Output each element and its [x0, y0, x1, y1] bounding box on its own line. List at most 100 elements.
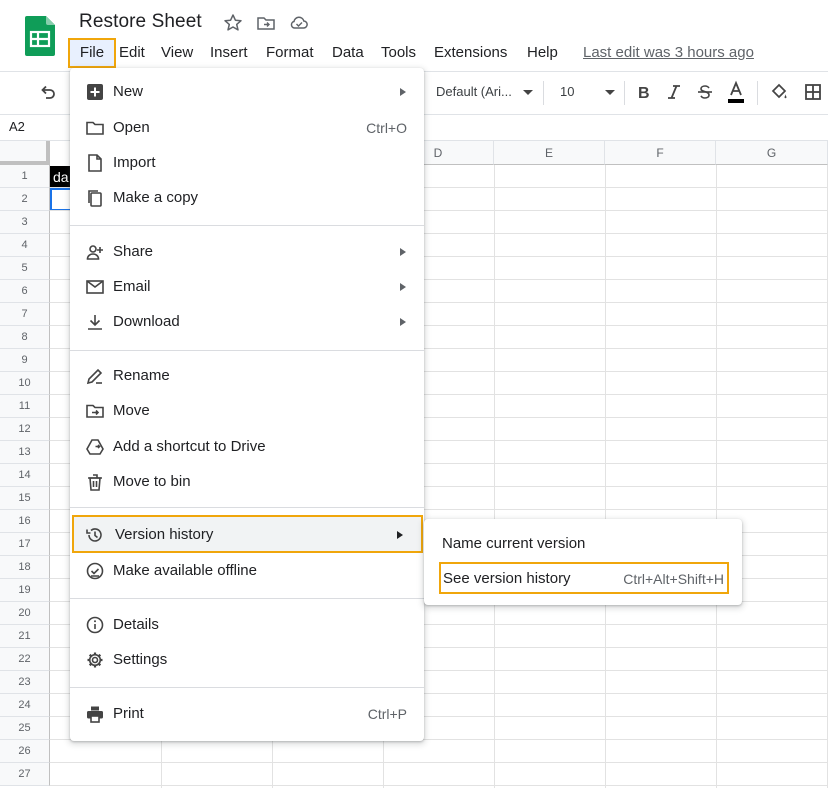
name-box[interactable]: A2 [9, 119, 25, 134]
menu-item-label: Open [113, 119, 150, 136]
menu-separator [70, 225, 424, 226]
menu-item-label: Add a shortcut to Drive [113, 438, 266, 455]
see-version-history-item[interactable]: See version history Ctrl+Alt+Shift+H [439, 562, 729, 594]
row-header-23[interactable]: 23 [0, 671, 50, 694]
row-header-20[interactable]: 20 [0, 602, 50, 625]
row-header-1[interactable]: 1 [0, 165, 50, 188]
toolbar-divider [757, 81, 758, 105]
last-edit-link[interactable]: Last edit was 3 hours ago [583, 38, 754, 68]
row-header-4[interactable]: 4 [0, 234, 50, 257]
folder-move-icon [86, 404, 104, 418]
menu-item-label: Print [113, 705, 144, 722]
select-all-corner[interactable] [0, 141, 50, 165]
info-icon [86, 616, 104, 634]
italic-icon[interactable] [664, 82, 684, 102]
strikethrough-icon[interactable] [695, 82, 715, 102]
file-menu-item-open[interactable]: Open Ctrl+O [70, 111, 424, 145]
file-menu-item-rename[interactable]: Rename [70, 359, 424, 393]
row-header-9[interactable]: 9 [0, 349, 50, 372]
row-gridline [50, 762, 828, 763]
menu-insert[interactable]: Insert [210, 38, 248, 68]
row-header-14[interactable]: 14 [0, 464, 50, 487]
mail-icon [86, 280, 104, 294]
document-title[interactable]: Restore Sheet [79, 11, 202, 33]
menu-edit[interactable]: Edit [119, 38, 145, 68]
star-icon[interactable] [223, 13, 243, 33]
plus-icon [87, 84, 103, 100]
row-header-5[interactable]: 5 [0, 257, 50, 280]
row-header-24[interactable]: 24 [0, 694, 50, 717]
row-header-17[interactable]: 17 [0, 533, 50, 556]
row-header-10[interactable]: 10 [0, 372, 50, 395]
row-header-12[interactable]: 12 [0, 418, 50, 441]
row-header-13[interactable]: 13 [0, 441, 50, 464]
file-menu-item-move[interactable]: Move [70, 394, 424, 428]
font-family-caret-icon[interactable] [523, 90, 533, 95]
menu-extensions[interactable]: Extensions [434, 38, 507, 68]
submenu-arrow-icon [400, 318, 406, 326]
row-header-8[interactable]: 8 [0, 326, 50, 349]
row-header-16[interactable]: 16 [0, 510, 50, 533]
file-menu-item-settings[interactable]: Settings [70, 643, 424, 677]
file-menu-item-add-a-shortcut-to-drive[interactable]: Add a shortcut to Drive [70, 430, 424, 464]
menu-item-label: Download [113, 313, 180, 330]
column-header-f[interactable]: F [605, 141, 716, 165]
text-color-icon[interactable] [726, 80, 746, 104]
offline-icon [86, 562, 104, 580]
cloud-saved-icon[interactable] [289, 13, 309, 33]
menu-format[interactable]: Format [266, 38, 314, 68]
file-menu-item-make-a-copy[interactable]: Make a copy [70, 181, 424, 215]
file-menu: New Open Ctrl+O Import Make a copy Share Email… [70, 68, 424, 741]
row-header-7[interactable]: 7 [0, 303, 50, 326]
row-header-2[interactable]: 2 [0, 188, 50, 211]
file-menu-item-share[interactable]: Share [70, 235, 424, 269]
file-menu-item-print[interactable]: Print Ctrl+P [70, 697, 424, 731]
row-header-22[interactable]: 22 [0, 648, 50, 671]
row-header-18[interactable]: 18 [0, 556, 50, 579]
name-current-version-item[interactable]: Name current version [424, 527, 742, 561]
file-menu-item-details[interactable]: Details [70, 608, 424, 642]
menu-view[interactable]: View [161, 38, 193, 68]
borders-icon[interactable] [803, 82, 823, 102]
bold-icon[interactable]: B [634, 82, 654, 102]
menu-tools[interactable]: Tools [381, 38, 416, 68]
folder-icon [86, 121, 104, 135]
font-size-select[interactable]: 10 [560, 84, 574, 99]
menu-item-label: Version history [115, 526, 214, 543]
row-header-26[interactable]: 26 [0, 740, 50, 763]
row-header-21[interactable]: 21 [0, 625, 50, 648]
menu-separator [70, 687, 424, 688]
fill-color-icon[interactable] [769, 82, 789, 102]
row-header-15[interactable]: 15 [0, 487, 50, 510]
row-header-6[interactable]: 6 [0, 280, 50, 303]
undo-icon[interactable] [38, 82, 58, 102]
font-family-select[interactable]: Default (Ari... [436, 84, 512, 99]
font-size-caret-icon[interactable] [605, 90, 615, 95]
menu-item-label: Email [113, 278, 151, 295]
sheets-logo[interactable] [25, 16, 55, 56]
menu-data[interactable]: Data [332, 38, 364, 68]
toolbar-divider [624, 81, 625, 105]
file-menu-item-new[interactable]: New [70, 75, 424, 109]
file-menu-item-download[interactable]: Download [70, 305, 424, 339]
column-header-e[interactable]: E [494, 141, 605, 165]
file-menu-item-make-available-offline[interactable]: Make available offline [70, 554, 424, 588]
row-header-3[interactable]: 3 [0, 211, 50, 234]
file-icon [88, 154, 102, 172]
menu-help[interactable]: Help [527, 38, 558, 68]
menu-item-label: Move to bin [113, 473, 191, 490]
column-header-g[interactable]: G [716, 141, 828, 165]
submenu-arrow-icon [400, 248, 406, 256]
menu-file[interactable]: File [68, 38, 116, 68]
row-header-25[interactable]: 25 [0, 717, 50, 740]
gear-icon [87, 652, 103, 668]
file-menu-item-email[interactable]: Email [70, 270, 424, 304]
move-folder-icon[interactable] [256, 13, 276, 33]
file-menu-item-version-history[interactable]: Version history [72, 515, 423, 553]
file-menu-item-import[interactable]: Import [70, 146, 424, 180]
menu-item-label: See version history [443, 570, 571, 587]
row-header-19[interactable]: 19 [0, 579, 50, 602]
row-header-11[interactable]: 11 [0, 395, 50, 418]
file-menu-item-move-to-bin[interactable]: Move to bin [70, 465, 424, 499]
row-header-27[interactable]: 27 [0, 763, 50, 786]
